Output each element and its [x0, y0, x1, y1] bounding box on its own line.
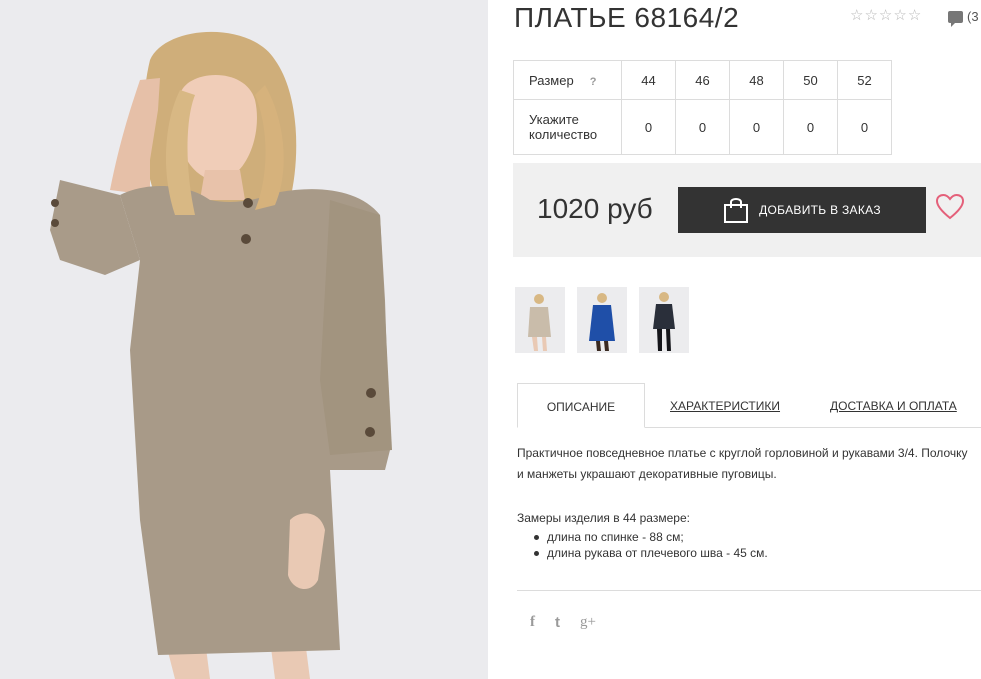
- size-cell: 48: [729, 60, 784, 100]
- comment-icon: [948, 10, 963, 27]
- dark-dress-thumb[interactable]: [639, 287, 689, 353]
- star-icon[interactable]: ☆: [850, 8, 863, 24]
- tab-description[interactable]: ОПИСАНИЕ: [517, 383, 645, 428]
- beige-dress-thumb[interactable]: [515, 287, 565, 353]
- quantity-input[interactable]: 0: [783, 99, 838, 155]
- product-title: ПЛАТЬЕ 68164/2: [514, 2, 740, 33]
- list-item: длина по спинке - 88 см;: [531, 529, 977, 545]
- product-price: 1020 руб: [537, 193, 653, 224]
- quantity-input[interactable]: 0: [621, 99, 676, 155]
- star-icon[interactable]: ☆: [879, 8, 892, 24]
- tab-delivery-payment[interactable]: ДОСТАВКА И ОПЛАТА: [830, 383, 957, 427]
- tab-characteristics[interactable]: ХАРАКТЕРИСТИКИ: [670, 383, 780, 427]
- size-cell: 44: [621, 60, 676, 100]
- size-cell: 46: [675, 60, 730, 100]
- comments-count: (3: [967, 9, 979, 24]
- social-share: f t g+: [530, 614, 596, 631]
- add-to-order-button[interactable]: ДОБАВИТЬ В ЗАКАЗ: [678, 187, 926, 233]
- comments-link[interactable]: (3: [948, 9, 979, 27]
- star-icon[interactable]: ☆: [893, 8, 906, 24]
- list-item: длина рукава от плечевого шва - 45 см.: [531, 545, 977, 561]
- twitter-icon[interactable]: t: [555, 614, 560, 631]
- description-panel: Практичное повседневное платье с круглой…: [517, 443, 977, 561]
- product-main-photo[interactable]: [0, 0, 488, 679]
- rating-stars[interactable]: ☆ ☆ ☆ ☆ ☆: [850, 8, 921, 24]
- product-tabs: ОПИСАНИЕ ХАРАКТЕРИСТИКИ ДОСТАВКА И ОПЛАТ…: [517, 383, 981, 428]
- google-plus-icon[interactable]: g+: [580, 614, 596, 631]
- star-icon[interactable]: ☆: [864, 8, 877, 24]
- quantity-input[interactable]: 0: [729, 99, 784, 155]
- size-quantity-table: Размер? 44 46 48 50 52 Укажите количеств…: [513, 60, 892, 155]
- quantity-input[interactable]: 0: [837, 99, 892, 155]
- heart-icon[interactable]: [935, 193, 965, 221]
- size-label: Размер: [529, 72, 574, 88]
- purchase-box: 1020 руб ДОБАВИТЬ В ЗАКАЗ: [513, 163, 981, 257]
- divider: [517, 590, 981, 591]
- size-cell: 52: [837, 60, 892, 100]
- measurements-list: длина по спинке - 88 см; длина рукава от…: [517, 529, 977, 561]
- size-label-cell: Размер?: [513, 60, 622, 100]
- size-cell: 50: [783, 60, 838, 100]
- quantity-label: Укажите количество: [513, 99, 622, 155]
- star-icon[interactable]: ☆: [908, 8, 921, 24]
- measurements-title: Замеры изделия в 44 размере:: [517, 511, 690, 525]
- facebook-icon[interactable]: f: [530, 614, 535, 631]
- add-to-order-label: ДОБАВИТЬ В ЗАКАЗ: [759, 203, 881, 217]
- blue-dress-thumb[interactable]: [577, 287, 627, 353]
- description-text: Практичное повседневное платье с круглой…: [517, 446, 968, 481]
- quantity-input[interactable]: 0: [675, 99, 730, 155]
- size-help-icon[interactable]: ?: [590, 76, 597, 88]
- shopping-bag-icon: [724, 198, 749, 223]
- thumbnail-gallery: [515, 287, 689, 353]
